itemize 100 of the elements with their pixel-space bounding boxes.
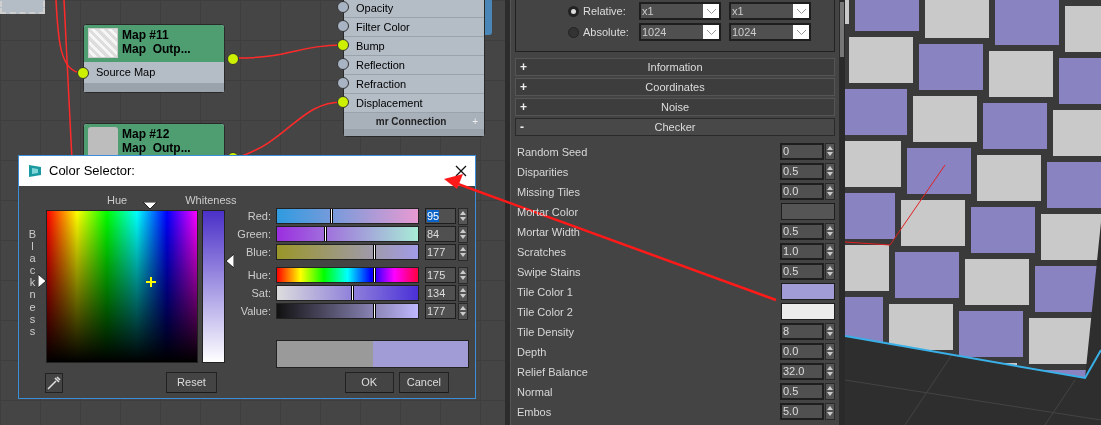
- map-node[interactable]: Map #11 Map Outp... Source Map: [83, 24, 225, 93]
- rollout-header[interactable]: - Checker: [515, 118, 835, 136]
- rollout-header[interactable]: + Noise: [515, 98, 835, 116]
- spinner-arrows[interactable]: [825, 362, 835, 380]
- dropdown[interactable]: x1: [639, 2, 721, 20]
- spinner-arrows[interactable]: [458, 225, 468, 243]
- number-field[interactable]: 0.0: [780, 342, 824, 360]
- rollout-header[interactable]: + Information: [515, 58, 835, 76]
- slider-thumb[interactable]: [373, 304, 377, 318]
- channel-slider[interactable]: [276, 303, 419, 319]
- rollout-title: mr Connection: [374, 114, 448, 129]
- dialog-button[interactable]: Reset: [166, 372, 217, 393]
- channel-label: Green:: [236, 226, 271, 242]
- parameter-label: Normal: [517, 386, 553, 398]
- parameter-label: Random Seed: [517, 146, 588, 158]
- rollout-header[interactable]: + Coordinates: [515, 78, 835, 96]
- spinner-arrows[interactable]: [825, 162, 835, 180]
- parameter-label: Relief Balance: [517, 366, 588, 378]
- parameter-label: Tile Color 2: [517, 306, 573, 318]
- spinner-arrows[interactable]: [825, 402, 835, 420]
- number-field[interactable]: 177: [425, 244, 456, 260]
- dropdown[interactable]: 1024: [729, 23, 811, 41]
- pattern-thumbnail: [88, 28, 118, 58]
- plain-thumbnail: [88, 127, 118, 157]
- channel-label: Value:: [239, 303, 271, 319]
- node-subtitle: Map Outp...: [122, 141, 191, 155]
- slot-label: Bump: [356, 38, 385, 54]
- color-swatch[interactable]: [781, 202, 835, 220]
- dropdown[interactable]: x1: [729, 2, 811, 20]
- eyedropper-icon: [47, 375, 62, 390]
- number-field[interactable]: 1.0: [780, 242, 824, 260]
- parameter-label: Depth: [517, 346, 547, 358]
- number-field[interactable]: 175: [425, 267, 456, 283]
- slot-label: Reflection: [356, 57, 405, 73]
- hue-blackness-picker[interactable]: [46, 210, 198, 363]
- node-fragment: [0, 0, 45, 14]
- channel-label: Sat:: [250, 285, 271, 301]
- material-node[interactable]: Opacity Filter Color Bump Reflection Refraction Displacement mr Connection +: [343, 0, 485, 137]
- number-field[interactable]: 84: [425, 226, 456, 242]
- spinner-arrows[interactable]: [825, 262, 835, 280]
- channel-label: Hue:: [246, 267, 271, 283]
- blackness-label: Blackness: [28, 228, 37, 337]
- dialog-button[interactable]: OK: [344, 372, 394, 393]
- number-field[interactable]: 0.5: [780, 262, 824, 280]
- radio-button[interactable]: [568, 26, 579, 38]
- spinner-arrows[interactable]: [825, 242, 835, 260]
- spinner-arrows[interactable]: [825, 322, 835, 340]
- channel-slider[interactable]: [276, 285, 419, 301]
- spinner-arrows[interactable]: [825, 142, 835, 160]
- spinner-arrows[interactable]: [458, 207, 468, 225]
- spinner-arrows[interactable]: [825, 222, 835, 240]
- chevron-down-icon: [796, 29, 806, 35]
- parameter-label: Scratches: [517, 246, 566, 258]
- spinner-arrows[interactable]: [825, 382, 835, 400]
- number-field[interactable]: 0.5: [780, 222, 824, 240]
- slot-label: Displacement: [356, 95, 423, 111]
- channel-slider[interactable]: [276, 267, 419, 283]
- spinner-arrows[interactable]: [825, 342, 835, 360]
- color-swatch[interactable]: [781, 302, 835, 320]
- eyedropper-button[interactable]: [45, 372, 64, 393]
- spinner-arrows[interactable]: [458, 266, 468, 284]
- slider-thumb[interactable]: [350, 286, 354, 300]
- radio-label: Absolute:: [583, 24, 630, 40]
- slot-label: Refraction: [356, 76, 407, 92]
- radio-button[interactable]: [568, 5, 579, 17]
- color-swatch[interactable]: [781, 282, 835, 300]
- slot-label: Opacity: [356, 0, 394, 16]
- dialog-button[interactable]: Cancel: [398, 372, 449, 393]
- number-field[interactable]: 5.0: [780, 402, 824, 420]
- channel-slider[interactable]: [276, 208, 419, 224]
- number-field[interactable]: 0.0: [780, 182, 824, 200]
- number-field[interactable]: 0.5: [780, 162, 824, 180]
- slider-thumb[interactable]: [329, 209, 333, 223]
- number-field[interactable]: 8: [780, 322, 824, 340]
- radio-label: Relative:: [583, 3, 627, 19]
- crosshair-icon[interactable]: [146, 277, 156, 287]
- slider-thumb[interactable]: [373, 268, 377, 282]
- channel-slider[interactable]: [276, 226, 419, 242]
- chevron-down-icon: [706, 8, 716, 14]
- slider-thumb[interactable]: [373, 245, 377, 259]
- spinner-arrows[interactable]: [458, 243, 468, 261]
- number-field[interactable]: 134: [425, 285, 456, 301]
- whiteness-bar[interactable]: [202, 210, 225, 363]
- number-field[interactable]: 0.5: [780, 382, 824, 400]
- spinner-arrows[interactable]: [458, 302, 468, 320]
- close-icon[interactable]: [455, 165, 467, 177]
- hue-label: Hue: [107, 192, 128, 208]
- slot-label: Source Map: [96, 65, 156, 81]
- slider-thumb[interactable]: [323, 227, 327, 241]
- number-field[interactable]: 177: [425, 303, 456, 319]
- channel-slider[interactable]: [276, 244, 419, 260]
- dropdown[interactable]: 1024: [639, 23, 721, 41]
- number-field[interactable]: 0: [780, 142, 824, 160]
- node-title: Map #12: [122, 127, 171, 141]
- chevron-down-icon: [796, 8, 806, 14]
- number-field[interactable]: 32.0: [780, 362, 824, 380]
- chevron-down-icon: [706, 29, 716, 35]
- spinner-arrows[interactable]: [458, 284, 468, 302]
- spinner-arrows[interactable]: [825, 182, 835, 200]
- number-field[interactable]: 95: [425, 208, 456, 224]
